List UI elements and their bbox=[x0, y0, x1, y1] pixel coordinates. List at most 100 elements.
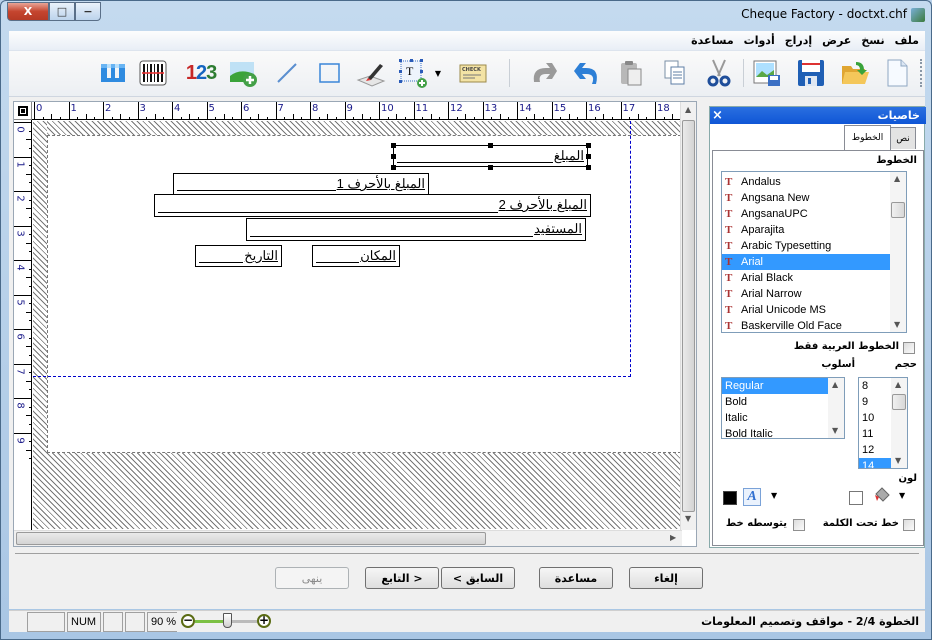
field-date[interactable]: التاريخ bbox=[195, 245, 282, 267]
line-button[interactable] bbox=[271, 57, 303, 89]
scroll-down-icon[interactable]: ▼ bbox=[685, 514, 691, 523]
number-button[interactable]: 123 bbox=[181, 57, 221, 89]
menu-help[interactable]: مساعدة bbox=[691, 34, 734, 47]
size-list-scrollbar[interactable]: ▲ ▼ bbox=[891, 378, 907, 468]
finish-button[interactable]: ينهى bbox=[275, 567, 349, 589]
resize-handle[interactable] bbox=[586, 165, 591, 170]
underline-checkbox[interactable] bbox=[903, 519, 915, 531]
new-button[interactable] bbox=[881, 57, 913, 89]
menu-file[interactable]: ملف bbox=[895, 34, 919, 47]
field-amount-words-1[interactable]: المبلغ بالأحرف 1 bbox=[173, 173, 429, 195]
menu-view[interactable]: عرض bbox=[822, 34, 851, 47]
redo-button[interactable] bbox=[527, 57, 559, 89]
minimize-button[interactable]: − bbox=[75, 2, 101, 21]
scroll-thumb[interactable] bbox=[16, 532, 486, 545]
close-panel-icon[interactable]: × bbox=[712, 107, 723, 124]
save-image-button[interactable] bbox=[751, 57, 783, 89]
canvas-horizontal-scrollbar[interactable]: ▶ bbox=[14, 530, 682, 546]
field-amount[interactable]: المبلغ bbox=[393, 145, 588, 167]
text-style-button[interactable] bbox=[97, 57, 129, 89]
list-item[interactable]: Bold bbox=[722, 394, 828, 410]
resize-handle[interactable] bbox=[488, 143, 493, 148]
cheque-page[interactable]: المبلغ المبلغ بالأحرف 1 المبلغ بالأحرف 2… bbox=[33, 121, 681, 529]
cut-button[interactable] bbox=[703, 57, 735, 89]
list-item[interactable]: Bold Italic bbox=[722, 426, 828, 438]
fill-color-swatch[interactable] bbox=[849, 491, 863, 505]
field-beneficiary[interactable]: المستفيد bbox=[246, 218, 586, 241]
list-item[interactable]: 10 bbox=[859, 410, 891, 426]
tab-text[interactable]: نص bbox=[890, 127, 916, 149]
toolbar-grip[interactable] bbox=[920, 59, 923, 87]
list-item[interactable]: 9 bbox=[859, 394, 891, 410]
list-item[interactable]: 8 bbox=[859, 378, 891, 394]
list-item[interactable]: T AngsanaUPC bbox=[722, 206, 890, 222]
undo-button[interactable] bbox=[571, 57, 603, 89]
font-list-scrollbar[interactable]: ▲ ▼ bbox=[890, 172, 906, 332]
open-button[interactable] bbox=[839, 57, 871, 89]
menu-insert[interactable]: إدراج bbox=[785, 34, 812, 47]
arabic-only-checkbox[interactable] bbox=[903, 342, 915, 354]
list-item[interactable]: T Andalus bbox=[722, 174, 890, 190]
scroll-up-icon[interactable]: ▲ bbox=[685, 105, 691, 114]
barcode-button[interactable] bbox=[137, 57, 169, 89]
cancel-button[interactable]: إلغاء bbox=[629, 567, 703, 589]
next-button[interactable]: التابع > bbox=[365, 567, 439, 589]
list-item[interactable]: T Baskerville Old Face bbox=[722, 318, 890, 332]
resize-handle[interactable] bbox=[391, 143, 396, 148]
menu-copy[interactable]: نسخ bbox=[861, 34, 884, 47]
paste-button[interactable] bbox=[615, 57, 647, 89]
list-item[interactable]: 12 bbox=[859, 442, 891, 458]
cheque-template-button[interactable]: CHECK bbox=[457, 57, 489, 89]
zoom-in-icon[interactable]: + bbox=[257, 614, 271, 628]
scroll-thumb[interactable] bbox=[682, 120, 695, 512]
back-button[interactable]: < السابق bbox=[441, 567, 515, 589]
resize-handle[interactable] bbox=[488, 165, 493, 170]
field-place[interactable]: المكان bbox=[312, 245, 400, 267]
field-amount-words-2[interactable]: المبلغ بالأحرف 2 bbox=[154, 194, 591, 217]
signature-button[interactable] bbox=[355, 57, 387, 89]
style-list[interactable]: Regular Bold Italic Bold Italic ▲ ▼ bbox=[721, 377, 845, 439]
list-item[interactable]: T Arial Unicode MS bbox=[722, 302, 890, 318]
style-list-scrollbar[interactable]: ▲ ▼ bbox=[828, 378, 844, 438]
tab-fonts[interactable]: الخطوط bbox=[844, 125, 891, 150]
strikeout-checkbox[interactable] bbox=[793, 519, 805, 531]
text-color-dropdown[interactable]: ▼ bbox=[771, 491, 777, 500]
maximize-button[interactable]: □ bbox=[49, 2, 75, 21]
size-list[interactable]: 8 9 10 11 12 14 ▲ ▼ bbox=[858, 377, 908, 469]
scroll-thumb[interactable] bbox=[892, 394, 906, 410]
scroll-thumb[interactable] bbox=[891, 202, 905, 218]
fill-color-dropdown[interactable]: ▼ bbox=[899, 491, 905, 500]
copy-button[interactable] bbox=[659, 57, 691, 89]
save-button[interactable] bbox=[795, 57, 827, 89]
list-item[interactable]: Italic bbox=[722, 410, 828, 426]
scroll-right-icon[interactable]: ▶ bbox=[670, 533, 676, 542]
list-item[interactable]: 11 bbox=[859, 426, 891, 442]
list-item[interactable]: T Arial Black bbox=[722, 270, 890, 286]
textbox-dropdown[interactable]: ▼ bbox=[433, 57, 443, 89]
list-item[interactable]: T Arabic Typesetting bbox=[722, 238, 890, 254]
font-color-icon[interactable]: A bbox=[743, 488, 761, 506]
zoom-slider-thumb[interactable] bbox=[223, 613, 232, 628]
menu-tools[interactable]: أدوات bbox=[744, 34, 775, 47]
resize-handle[interactable] bbox=[391, 154, 396, 159]
insert-image-button[interactable] bbox=[227, 57, 259, 89]
text-color-swatch[interactable] bbox=[723, 491, 737, 505]
ruler-corner-icon[interactable] bbox=[14, 102, 32, 120]
list-item[interactable]: T Arial Narrow bbox=[722, 286, 890, 302]
list-item[interactable]: T Angsana New bbox=[722, 190, 890, 206]
resize-handle[interactable] bbox=[586, 143, 591, 148]
resize-handle[interactable] bbox=[391, 165, 396, 170]
font-list[interactable]: T Andalus T Angsana New T AngsanaUPC T Aparajit… bbox=[721, 171, 907, 333]
list-item[interactable]: 14 bbox=[859, 458, 891, 468]
design-canvas[interactable]: 0 1 2 3 4 5 6 7 8 9 10 11 12 13 14 15 16 17 18 0123456789 … bbox=[13, 101, 697, 547]
help-button[interactable]: مساعدة bbox=[539, 567, 613, 589]
canvas-vertical-scrollbar[interactable]: ▲ ▼ bbox=[680, 102, 696, 530]
resize-handle[interactable] bbox=[586, 154, 591, 159]
list-item[interactable]: T Arial bbox=[722, 254, 890, 270]
list-item[interactable]: T Aparajita bbox=[722, 222, 890, 238]
close-button[interactable]: X bbox=[7, 2, 49, 21]
list-item[interactable]: Regular bbox=[722, 378, 828, 394]
insert-textbox-button[interactable]: T bbox=[397, 57, 429, 89]
zoom-out-icon[interactable]: − bbox=[181, 614, 195, 628]
fill-bucket-icon[interactable] bbox=[871, 486, 891, 506]
